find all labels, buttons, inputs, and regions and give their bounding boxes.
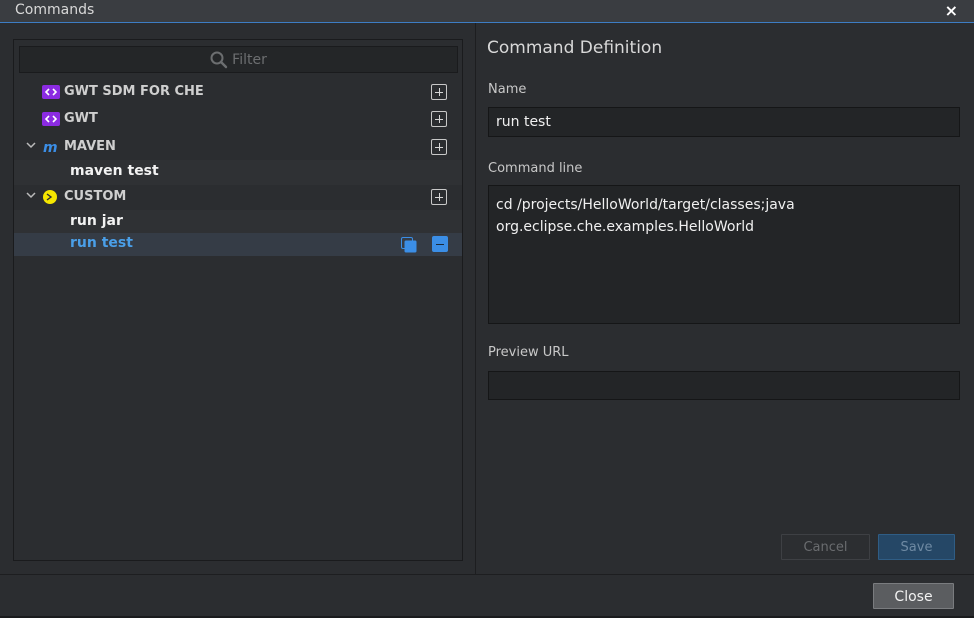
command-definition-panel: Command Definition Name run test Command… <box>487 23 963 573</box>
tree-item-maven-test[interactable]: maven test <box>14 160 462 185</box>
custom-icon <box>43 190 57 204</box>
tree-item-run-test[interactable]: run test <box>14 233 462 256</box>
preview-url-field[interactable] <box>488 371 960 400</box>
cancel-button[interactable]: Cancel <box>781 534 870 560</box>
tree-group-label: GWT <box>64 111 98 126</box>
tree-item-label: run test <box>70 235 133 251</box>
add-command-button[interactable] <box>431 189 447 205</box>
filter-input[interactable]: Filter <box>19 46 458 73</box>
command-line-field[interactable]: cd /projects/HelloWorld/target/classes;j… <box>488 185 960 324</box>
add-command-button[interactable] <box>431 84 447 100</box>
command-line-label: Command line <box>488 161 583 176</box>
chevron-down-icon[interactable] <box>26 190 36 200</box>
tree-group-gwt[interactable]: GWT <box>14 107 462 132</box>
add-command-button[interactable] <box>431 139 447 155</box>
gwt-icon <box>42 112 60 126</box>
title-bar: Commands × <box>0 0 974 23</box>
maven-icon: m <box>43 140 58 154</box>
filter-placeholder: Filter <box>232 51 267 68</box>
remove-command-button[interactable] <box>432 236 448 252</box>
panel-divider <box>475 23 476 574</box>
name-field[interactable]: run test <box>488 107 960 137</box>
close-button[interactable]: Close <box>873 583 954 609</box>
tree-item-label: maven test <box>70 163 159 179</box>
preview-url-label: Preview URL <box>488 345 569 360</box>
tree-group-label: MAVEN <box>64 139 116 154</box>
close-icon[interactable]: × <box>945 1 958 21</box>
tree-group-maven[interactable]: m MAVEN <box>14 135 462 160</box>
tree-group-custom[interactable]: CUSTOM <box>14 185 462 210</box>
gwt-icon <box>42 85 60 99</box>
tree-item-label: run jar <box>70 213 123 229</box>
tree-group-label: CUSTOM <box>64 189 127 204</box>
panel-heading: Command Definition <box>487 38 663 58</box>
duplicate-icon[interactable] <box>401 237 417 253</box>
chevron-down-icon[interactable] <box>26 140 36 150</box>
tree-group-gwt-sdm[interactable]: GWT SDM FOR CHE <box>14 80 462 105</box>
name-label: Name <box>488 82 527 97</box>
commands-tree-panel: Filter GWT SDM FOR CHE GWT m MAVEN maven… <box>13 39 463 561</box>
dialog-footer: Close <box>0 574 974 618</box>
svg-text:m: m <box>43 140 58 154</box>
tree-group-label: GWT SDM FOR CHE <box>64 84 204 99</box>
add-command-button[interactable] <box>431 111 447 127</box>
save-button[interactable]: Save <box>878 534 955 560</box>
tree-item-run-jar[interactable]: run jar <box>14 210 462 233</box>
window-title: Commands <box>15 2 95 18</box>
commands-tree: GWT SDM FOR CHE GWT m MAVEN maven test C… <box>14 78 462 256</box>
search-icon <box>210 51 228 68</box>
